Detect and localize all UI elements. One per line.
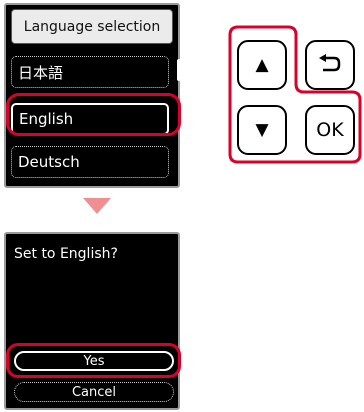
ok-label: OK: [316, 119, 344, 141]
down-arrow-key[interactable]: ▼: [237, 105, 287, 155]
up-arrow-icon: ▲: [255, 55, 269, 75]
cancel-button[interactable]: Cancel: [14, 382, 174, 402]
transition-arrow-icon: [83, 198, 111, 214]
yes-button[interactable]: Yes: [14, 351, 174, 371]
keypad-highlight-outline: [228, 25, 362, 164]
back-icon: [319, 54, 341, 72]
ok-key[interactable]: OK: [305, 105, 355, 155]
back-key[interactable]: [305, 40, 355, 90]
confirm-question: Set to English?: [14, 246, 118, 262]
up-arrow-key[interactable]: ▲: [237, 40, 287, 90]
down-arrow-icon: ▼: [255, 120, 269, 140]
